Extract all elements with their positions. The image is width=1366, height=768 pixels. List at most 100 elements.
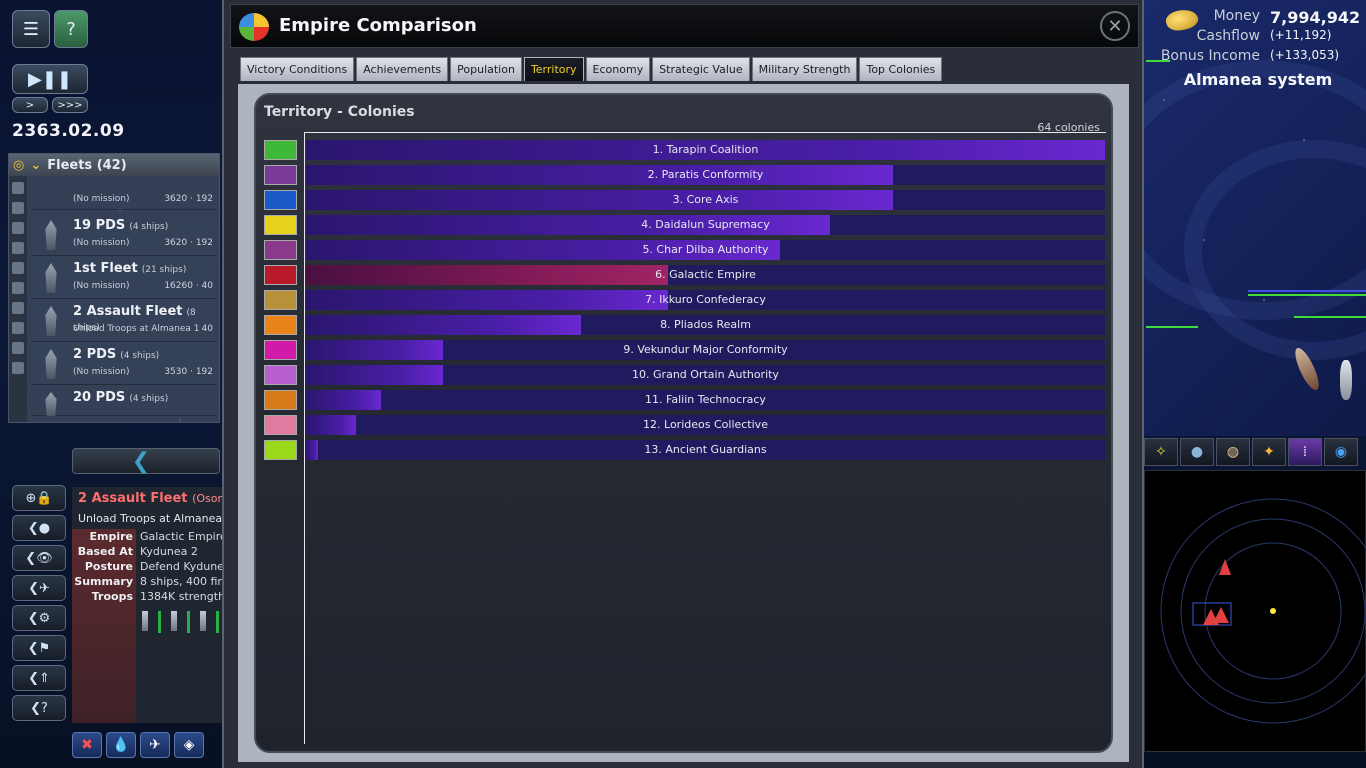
empire-name-label: 13. Ancient Guardians [644,443,767,456]
empire-bar-row[interactable]: 2. Paratis Conformity [264,165,1105,185]
empire-name-label: 11. Faliin Technocracy [645,393,766,406]
fleet-ship-list[interactable] [142,611,219,633]
chevron-left-icon[interactable]: ❮ [73,449,209,474]
planet-view-button[interactable]: ❮● [12,515,66,541]
tab-strategic-value[interactable]: Strategic Value [652,57,750,81]
filter-icon[interactable] [12,202,24,214]
tab-population[interactable]: Population [450,57,522,81]
empire-bar-row[interactable]: 5. Char Dilba Authority [264,240,1105,260]
fleet-mission: (No mission) [73,281,130,291]
fleets-filter-icon[interactable]: ◎ [13,158,24,173]
close-icon[interactable]: ✕ [1100,11,1130,41]
fleet-row[interactable]: (No mission) 3620 · 192 [31,186,217,210]
filter-icon[interactable] [12,262,24,274]
nebula-icon[interactable]: ⁞ [1288,438,1322,466]
speed-fast-label: >>> [57,99,83,111]
fleet-row[interactable]: 1st Fleet (21 ships) (No mission) 16260 ·… [31,257,217,299]
fleet-filter-icons[interactable] [9,176,27,422]
empire-name-label: 4. Daidalun Supremacy [641,218,770,231]
fleet-firepower: 192 [195,238,213,248]
info-key: Posture [84,560,133,573]
cashflow-row: Cashflow (+11,192) [1150,28,1360,46]
fleet-row[interactable]: 2 PDS (4 ships) (No mission) 3530 · 192 [31,343,217,385]
refuel-icon[interactable]: 💧 [106,732,136,758]
help-query-button[interactable]: ❮? [12,695,66,721]
empire-bar-row[interactable]: 4. Daidalun Supremacy [264,215,1105,235]
empire-bar-row[interactable]: 9. Vekundur Major Conformity [264,340,1105,360]
filter-icon[interactable] [12,322,24,334]
planet-icon[interactable]: ● [1180,438,1214,466]
ship-icon[interactable] [171,611,177,631]
empire-bar-row[interactable]: 8. Pliados Realm [264,315,1105,335]
star-marker[interactable] [1270,608,1276,614]
fleet-mission: Unload Troops at Almanea 1 [73,324,200,334]
info-value: 8 ships, 400 fire [140,575,229,588]
star-icon[interactable]: ✦ [1252,438,1286,466]
empire-flag-icon [264,365,297,385]
filter-icon[interactable] [12,182,24,194]
ship-sprite[interactable] [1340,360,1352,400]
fleet-row[interactable]: 20 PDS (4 ships) [31,386,217,416]
empire-flag-icon [264,415,297,435]
tab-territory[interactable]: Territory [523,57,584,81]
filter-icon[interactable] [12,342,24,354]
menu-list-button[interactable]: ☰ [12,10,50,48]
filter-icon[interactable] [12,242,24,254]
target-lock-button[interactable]: ⊕🔒 [12,485,66,511]
system-minimap[interactable] [1144,470,1366,752]
cancel-icon[interactable]: ✖ [72,732,102,758]
eye-view-button[interactable]: ❮👁 [12,545,66,571]
chevron-down-icon[interactable]: ⌄ [30,158,41,173]
empire-bar-row[interactable]: 12. Lorideos Collective [264,415,1105,435]
fleets-header[interactable]: ◎ ⌄ Fleets (42) [9,154,219,176]
move-ship-icon[interactable]: ✈ [140,732,170,758]
satellite-icon[interactable]: ✧ [1144,438,1178,466]
ship-icon [45,263,57,293]
settings-gear-button[interactable]: ❮⚙ [12,605,66,631]
tab-achievements[interactable]: Achievements [356,57,449,81]
filter-icon[interactable] [12,302,24,314]
fleet-group-button[interactable]: ❮⇑ [12,665,66,691]
ship-icon[interactable] [142,611,148,631]
tab-economy[interactable]: Economy [585,57,651,81]
play-pause-button[interactable]: ▶❚❚ [12,64,88,94]
info-key: Empire [89,530,133,543]
fleet-fuel: 3620 [164,194,188,204]
fleet-firepower: 192 [195,194,213,204]
galaxy-icon[interactable]: ◉ [1324,438,1358,466]
empire-bar-row[interactable]: 11. Faliin Technocracy [264,390,1105,410]
tab-military-strength[interactable]: Military Strength [751,57,858,81]
fleet-row[interactable]: 19 PDS (4 ships) (No mission) 3620 · 192 [31,214,217,256]
game-date: 2363.02.09 [12,121,125,141]
fleet-name-text: 1st Fleet [73,261,138,276]
empire-bar-row[interactable]: 3. Core Axis [264,190,1105,210]
fleet-marker[interactable] [1213,607,1229,623]
filter-icon[interactable] [12,362,24,374]
empire-bar-row[interactable]: 13. Ancient Guardians [264,440,1105,460]
fleet-row[interactable]: 2 Assault Fleet (8 ships) Unload Troops a… [31,300,217,342]
dialog-titlebar: Empire Comparison ✕ [230,4,1139,48]
empire-bar-row[interactable]: 6. Galactic Empire [264,265,1105,285]
speed-fast-button[interactable]: >>> [52,97,88,113]
planet-action-icon[interactable]: ◈ [174,732,204,758]
minimap-canvas [1160,498,1366,724]
ship-icon[interactable] [200,611,206,631]
help-hex-button[interactable]: ? [54,10,88,48]
ringed-planet-icon[interactable]: ◍ [1216,438,1250,466]
empire-name-label: 8. Pliados Realm [660,318,751,331]
ship-view-button[interactable]: ❮✈ [12,575,66,601]
empire-bar-row[interactable]: 1. Tarapin Coalition [264,140,1105,160]
speed-step-button[interactable]: > [12,97,48,113]
empire-bar-row[interactable]: 7. Ikkuro Confederacy [264,290,1105,310]
flag-button[interactable]: ❮⚑ [12,635,66,661]
empire-bar-row[interactable]: 10. Grand Ortain Authority [264,365,1105,385]
filter-icon[interactable] [12,282,24,294]
fleet-stats: 3620 · 192 [164,238,213,248]
tab-top-colonies[interactable]: Top Colonies [859,57,943,81]
tab-victory-conditions[interactable]: Victory Conditions [240,57,355,81]
fleet-nav-bar[interactable]: ❮ [72,448,220,474]
filter-icon[interactable] [12,222,24,234]
fleet-stats: 40 [202,324,213,334]
fleets-list[interactable]: ◎ ⌄ Fleets (42) (No mission) 3620 · 192 … [8,153,220,423]
fleet-fuel: 16260 [164,281,193,291]
